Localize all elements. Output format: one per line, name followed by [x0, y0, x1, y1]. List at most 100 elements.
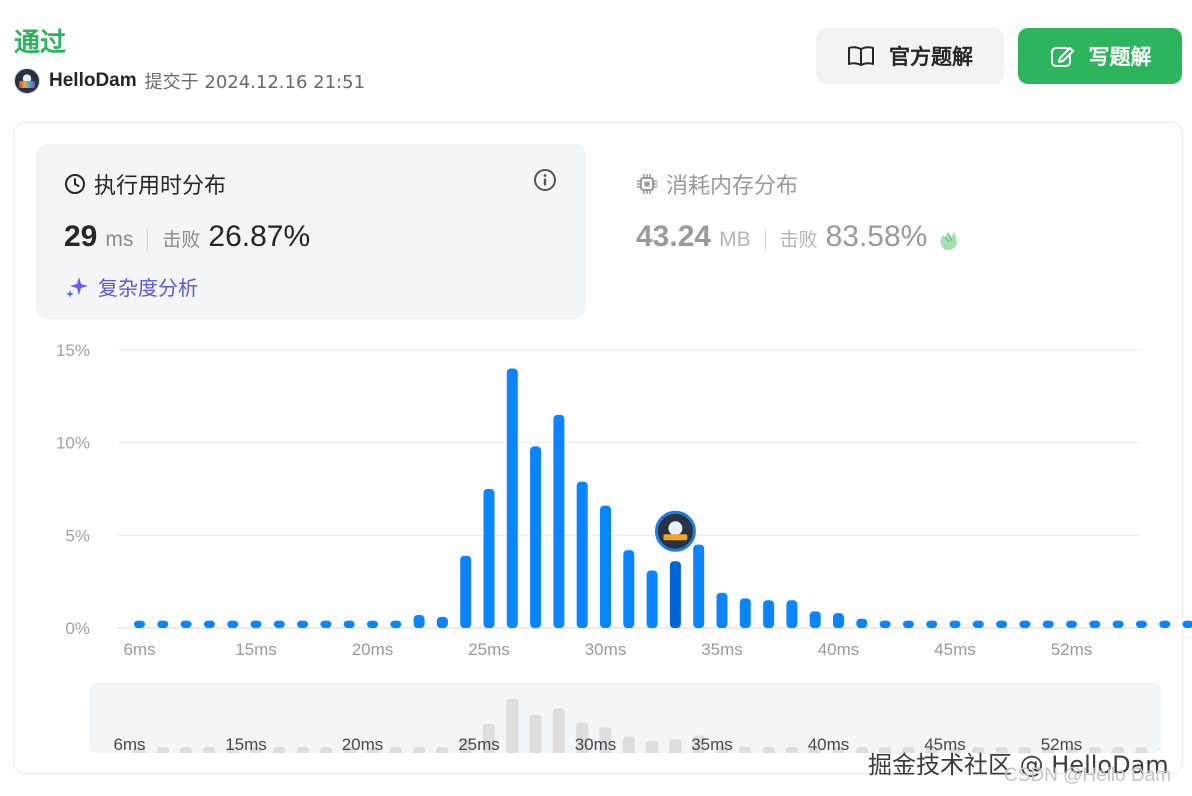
runtime-value: 29	[64, 220, 98, 253]
mini-bar	[529, 715, 542, 753]
x-tick-label: 25ms	[468, 640, 510, 659]
avatar-highlight	[668, 521, 683, 536]
x-tick-label: 20ms	[352, 640, 394, 659]
mini-x-tick-label: 25ms	[458, 735, 500, 753]
mini-bar	[413, 747, 426, 753]
bar	[1019, 620, 1031, 628]
x-tick-label: 35ms	[701, 640, 743, 659]
mini-bar	[296, 747, 309, 753]
mini-x-tick-label: 20ms	[342, 735, 384, 753]
avatar-highlight	[663, 534, 688, 541]
mini-bar	[785, 747, 798, 753]
bar	[763, 600, 775, 628]
bar	[879, 620, 891, 628]
write-solution-label: 写题解	[1088, 45, 1152, 69]
mini-x-tick-label: 15ms	[225, 735, 267, 753]
official-solution-button[interactable]: 官方题解	[816, 28, 1004, 84]
bar	[343, 620, 355, 628]
bar	[856, 618, 868, 628]
mini-bar	[389, 747, 402, 753]
chart-range-navigator[interactable]: 6ms 15ms 20ms 25ms 30ms 35ms 40ms 45ms 52ms	[89, 683, 1161, 753]
bar	[180, 620, 192, 628]
memory-value: 43.24	[636, 220, 712, 253]
bar	[1112, 620, 1124, 628]
memory-tab[interactable]: 消耗内存分布	[636, 168, 798, 200]
bar	[297, 620, 309, 628]
info-icon[interactable]	[533, 168, 557, 197]
avatar[interactable]	[14, 68, 40, 94]
bar	[1066, 620, 1077, 628]
memory-stats: 43.24 MB 击败 83.58%	[636, 220, 961, 260]
bar	[250, 620, 262, 628]
bar	[576, 481, 588, 628]
bar	[436, 616, 448, 628]
username[interactable]: HelloDam	[49, 70, 137, 92]
runtime-beat-label: 击败	[162, 229, 201, 251]
divider	[764, 229, 766, 251]
mini-bar	[273, 747, 286, 753]
x-tick-label: 30ms	[585, 640, 627, 659]
bar	[483, 489, 495, 628]
bar	[157, 620, 169, 628]
mini-bar	[622, 736, 635, 753]
mini-bar	[436, 747, 449, 753]
bar	[926, 620, 938, 628]
x-tick-label: 40ms	[818, 640, 860, 659]
navigator-mini-chart: 6ms 15ms 20ms 25ms 30ms 35ms 40ms 45ms 52ms	[113, 698, 1161, 753]
divider	[147, 229, 149, 251]
bar	[227, 620, 239, 628]
watermark-csdn: CSDN @Hello Dam	[1004, 765, 1172, 786]
official-solution-label: 官方题解	[889, 45, 973, 69]
bar	[949, 620, 961, 628]
bar	[460, 555, 472, 628]
mini-x-tick-label: 40ms	[808, 735, 850, 753]
bar	[1042, 620, 1054, 628]
runtime-unit: ms	[105, 228, 134, 251]
x-tick-label: 52ms	[1051, 640, 1093, 659]
bar	[786, 600, 798, 628]
mini-x-tick-label: 30ms	[575, 735, 617, 753]
bar	[716, 592, 728, 628]
mini-bar	[203, 747, 216, 753]
complexity-analysis-link[interactable]: 复杂度分析	[64, 272, 198, 301]
bar	[1135, 620, 1147, 628]
memory-title-text: 消耗内存分布	[666, 174, 799, 199]
bar	[320, 620, 332, 628]
bar	[134, 620, 145, 628]
clock-icon	[65, 174, 85, 194]
bar	[367, 620, 378, 628]
mini-x-tick-label: 6ms	[113, 735, 145, 753]
bar	[273, 620, 285, 628]
mini-bar	[855, 747, 868, 753]
mini-bar	[156, 747, 169, 753]
submission-status: 通过	[14, 28, 67, 58]
bar	[669, 561, 681, 628]
bar	[1089, 620, 1101, 628]
bar	[1159, 620, 1171, 628]
bar	[739, 598, 751, 628]
memory-beat-pct: 83.58%	[825, 220, 928, 253]
bar	[506, 368, 518, 628]
memory-unit: MB	[719, 228, 751, 251]
bar	[413, 615, 425, 628]
memory-beat-label: 击败	[779, 229, 818, 251]
bar	[390, 620, 402, 628]
bar	[693, 544, 705, 628]
mini-x-tick-label: 35ms	[691, 735, 733, 753]
bar	[996, 620, 1008, 628]
mini-bar	[180, 747, 193, 753]
bar	[1182, 620, 1192, 628]
x-tick-label: 15ms	[235, 640, 277, 659]
write-solution-button[interactable]: 写题解	[1018, 28, 1182, 84]
y-tick-label: 10%	[56, 434, 90, 453]
bar	[623, 550, 635, 628]
bar	[203, 620, 215, 628]
mini-bar	[646, 741, 659, 753]
bar	[600, 505, 611, 628]
bar	[972, 620, 984, 628]
runtime-stats: 29 ms 击败 26.87%	[64, 220, 310, 260]
bar	[833, 613, 844, 628]
book-icon	[848, 46, 874, 66]
bar	[646, 570, 658, 628]
runtime-beat-pct: 26.87%	[208, 220, 311, 253]
